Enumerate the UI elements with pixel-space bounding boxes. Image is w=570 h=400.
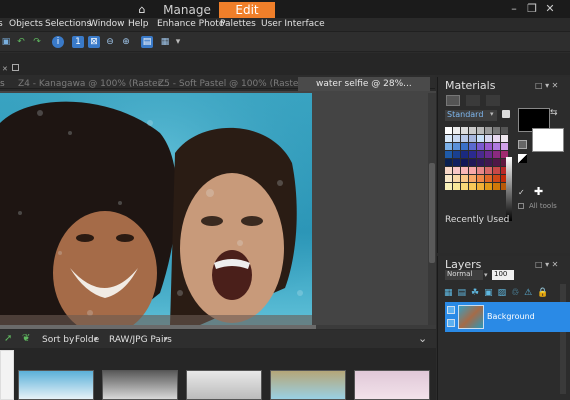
close-doc-icon[interactable]: ✕ (2, 65, 8, 73)
filter-select[interactable]: RAW/JPG Pairs (109, 335, 172, 345)
toolbar-dropdown-icon[interactable]: ▾ (172, 36, 184, 48)
actual-size-icon[interactable]: 1 (72, 36, 84, 48)
canvas-vertical-scrollbar[interactable] (428, 93, 436, 325)
rainbow-view-icon[interactable] (466, 95, 480, 106)
swatches-view-icon[interactable] (486, 95, 500, 106)
materials-title: Materials (445, 79, 496, 92)
crop-icon[interactable]: ▣ (0, 36, 12, 48)
frame-view-icon[interactable] (446, 95, 460, 106)
photo-canvas[interactable] (0, 93, 312, 325)
menu-window[interactable]: Window (89, 19, 125, 29)
zoom-in-icon[interactable]: ⊕ (120, 36, 132, 48)
swap-colors-icon[interactable]: ⇆ (550, 108, 558, 118)
color-swatches[interactable] (445, 127, 508, 190)
sort-label: Sort by (42, 335, 75, 345)
thumbnail[interactable] (102, 370, 178, 400)
check-icon[interactable]: ✓ (518, 188, 525, 197)
layer-tools-row[interactable]: ▦▤☘▣▨♲⚠🔒 (444, 288, 570, 301)
toolbar: ▣ ↶ ↷ i 1 ⊠ ⊖ ⊕ ▤ ▦ ▾ (0, 32, 570, 52)
background-color[interactable] (532, 128, 564, 152)
menu-objects[interactable]: Objects (9, 19, 43, 29)
scroll-thumb[interactable] (429, 163, 435, 263)
thumbnail[interactable] (270, 370, 346, 400)
canvas-horizontal-scrollbar[interactable] (0, 325, 436, 329)
brightness-strip[interactable] (506, 157, 512, 221)
layer-name[interactable]: Background (487, 312, 535, 321)
screen-icon[interactable]: ▤ (141, 36, 153, 48)
menu-user-interface[interactable]: User Interface (261, 19, 325, 29)
palette-chevron-icon[interactable]: ▾ (490, 110, 494, 118)
layer-row[interactable]: Background (445, 302, 570, 332)
home-icon[interactable]: ⌂ (135, 3, 149, 16)
thumbnail[interactable] (18, 370, 94, 400)
thumbnail[interactable] (354, 370, 430, 400)
all-tools-label: All tools (529, 202, 557, 210)
visibility-icon[interactable] (447, 306, 455, 314)
sort-chevron-icon[interactable]: ▾ (94, 335, 98, 343)
restore-icon[interactable]: ❐ (523, 0, 541, 18)
tab-manage[interactable]: Manage (156, 2, 218, 18)
minimize-icon[interactable]: – (505, 0, 523, 18)
materials-panel: Materials □ ▾ ✕ Standard ▾ ⇆ ✓ ✚ All too… (437, 77, 570, 253)
menu-bar: s Objects Selections Window Help Enhance… (0, 18, 570, 32)
close-icon[interactable]: ✕ (541, 0, 559, 18)
share-icon[interactable]: ➚ (4, 333, 12, 344)
lock-icon[interactable] (447, 319, 455, 327)
collapse-organizer-icon[interactable]: ⌄ (418, 332, 427, 345)
panel-menu-icon[interactable]: □ ▾ ✕ (535, 81, 558, 90)
layer-thumbnail (458, 305, 484, 329)
transparent-icon[interactable] (518, 140, 527, 149)
undo-icon[interactable]: ↶ (15, 36, 27, 48)
all-tools-checkbox[interactable] (518, 203, 524, 209)
refresh-icon[interactable]: ❦ (22, 333, 30, 344)
organizer-toolbar: ➚ ❦ Sort by Folde ▾ RAW/JPG Pairs ▾ ⌄ (0, 330, 436, 348)
recently-used-label: Recently Used (445, 215, 510, 225)
info-icon[interactable]: i (52, 36, 64, 48)
blend-mode-select[interactable]: Normal (445, 270, 483, 280)
overview-icon[interactable]: ▦ (159, 36, 171, 48)
redo-icon[interactable]: ↷ (31, 36, 43, 48)
opacity-input[interactable]: 100 (492, 270, 514, 280)
menu-palettes[interactable]: Palettes (220, 19, 256, 29)
blend-chevron-icon[interactable]: ▾ (484, 271, 488, 279)
default-colors-icon[interactable] (518, 154, 527, 163)
maximize-doc-icon[interactable] (12, 64, 19, 71)
zoom-out-icon[interactable]: ⊖ (104, 36, 116, 48)
menu-enhance-photo[interactable]: Enhance Photo (157, 19, 224, 29)
mode-bar (0, 0, 570, 18)
doc-strip: ✕ (0, 53, 570, 75)
menu-selections[interactable]: Selections (45, 19, 91, 29)
window-controls: – ❐ ✕ (505, 0, 570, 18)
menu-cut-icon: s (0, 19, 3, 29)
layers-scrollbar[interactable] (560, 284, 566, 394)
fit-window-icon[interactable]: ⊠ (88, 36, 100, 48)
tab-edit[interactable]: Edit (219, 2, 275, 18)
doc-tab-water-selfie[interactable]: water selfie @ 28%... (298, 77, 430, 91)
filter-chevron-icon[interactable]: ▾ (164, 335, 168, 343)
thumbnail-selected[interactable] (0, 350, 14, 400)
menu-help[interactable]: Help (128, 19, 149, 29)
h-scroll-thumb[interactable] (0, 325, 316, 329)
thumbnail[interactable] (186, 370, 262, 400)
layers-panel-menu-icon[interactable]: □ ▾ ✕ (535, 260, 558, 269)
palette-options-icon[interactable] (502, 110, 510, 118)
add-swatch-icon[interactable]: ✚ (534, 185, 543, 198)
